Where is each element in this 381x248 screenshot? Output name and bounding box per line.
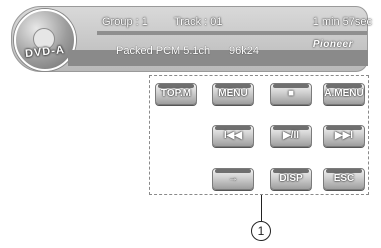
disc-icon: DVD-A <box>14 9 76 71</box>
elapsed-time: 1 min 57sec <box>312 16 372 28</box>
progress-bar <box>97 31 367 35</box>
stop-icon: ■ <box>287 88 295 99</box>
play-pause-icon: ▶/II <box>282 130 300 141</box>
group-number: Group : 1 <box>102 16 148 28</box>
sampling-rate: 96k24 <box>229 45 259 57</box>
brand-logo: Pioneer <box>312 39 353 50</box>
display-button[interactable]: DISP <box>270 168 312 190</box>
status-panel: DVD-A Group : 1 Track : 01 1 min 57sec P… <box>11 6 372 72</box>
callout-line <box>261 195 262 221</box>
playback-info-row: Group : 1 Track : 01 1 min 57sec <box>102 16 372 30</box>
stop-button[interactable]: ■ <box>270 83 312 105</box>
play-pause-button[interactable]: ▶/II <box>270 125 312 147</box>
audio-menu-button[interactable]: A.MENU <box>323 83 365 105</box>
previous-icon: I◀◀ <box>223 130 243 141</box>
track-number: Track : 01 <box>174 16 223 28</box>
next-icon: ▶▶I <box>334 130 354 141</box>
arrow-right-icon: → <box>228 173 238 184</box>
next-button[interactable]: ▶▶I <box>323 125 365 147</box>
menu-button[interactable]: MENU <box>212 83 254 105</box>
top-menu-button[interactable]: TOP.M <box>155 83 197 105</box>
escape-button[interactable]: ESC <box>323 168 365 190</box>
next-page-button[interactable]: → <box>212 168 254 190</box>
format-bar <box>68 50 368 66</box>
callout-number: 1 <box>251 221 271 241</box>
disc-label: DVD-A <box>24 43 66 61</box>
audio-format: Packed PCM 5.1ch <box>116 45 211 57</box>
previous-button[interactable]: I◀◀ <box>212 125 254 147</box>
